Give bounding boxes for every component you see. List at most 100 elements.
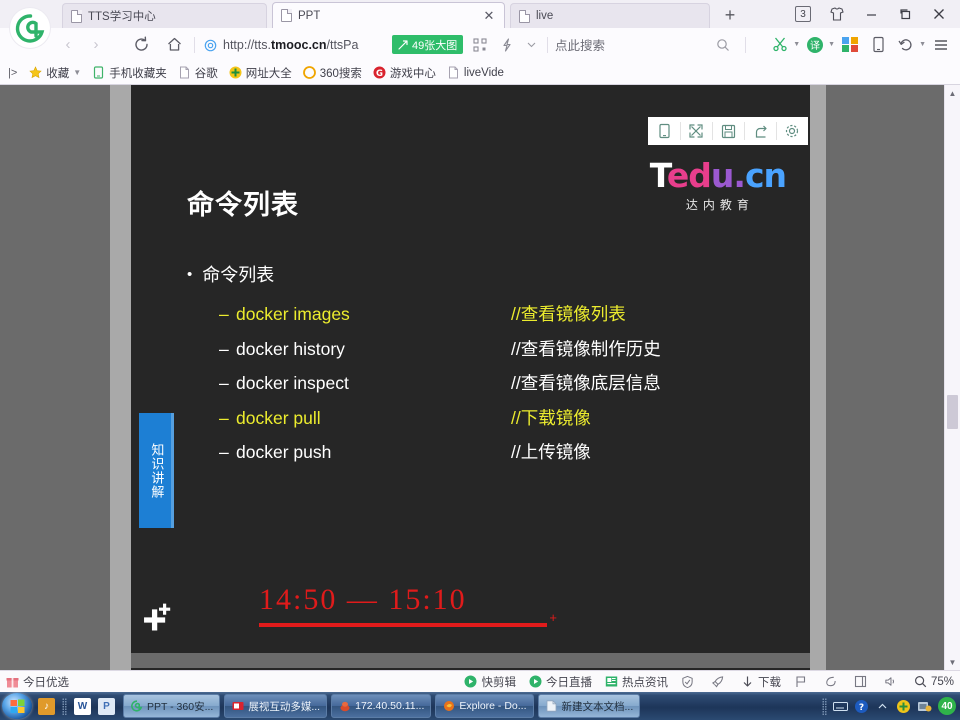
tab-count-button[interactable]: 3	[786, 0, 820, 28]
browser-logo-icon	[10, 8, 50, 48]
taskbar-label: 展视互动多媒...	[248, 700, 321, 713]
back-button[interactable]: ‹	[58, 34, 78, 55]
taskbar-grip[interactable]	[62, 697, 67, 715]
rocket-icon	[711, 675, 724, 688]
bookmark-livevideo[interactable]: liveVide	[447, 66, 504, 79]
help-icon[interactable]: ?	[854, 699, 869, 714]
screenshot-scissors-icon[interactable]	[767, 33, 793, 56]
scroll-up-icon[interactable]: ▲	[945, 85, 960, 101]
translate-icon[interactable]: 译	[802, 33, 828, 56]
forward-button[interactable]: ›	[86, 34, 106, 55]
command-text: docker images	[236, 304, 350, 324]
share-icon[interactable]	[744, 117, 776, 145]
reload-icon[interactable]	[131, 34, 151, 55]
tab-tts-learning-center[interactable]: TTS学习中心	[62, 3, 267, 28]
page-icon	[178, 66, 191, 79]
mobile-preview-icon[interactable]	[865, 33, 891, 56]
command-text: docker push	[236, 442, 332, 462]
keyboard-icon[interactable]	[833, 699, 848, 714]
new-tab-button[interactable]: +	[718, 4, 742, 26]
chevron-down-icon[interactable]	[522, 34, 540, 55]
network-icon[interactable]	[917, 699, 932, 714]
dash-marker: –	[219, 373, 229, 393]
vertical-scrollbar[interactable]: ▲ ▼	[944, 85, 960, 670]
menu-icon[interactable]	[928, 33, 954, 56]
close-button[interactable]	[922, 0, 956, 28]
status-rocket[interactable]	[711, 675, 728, 688]
scrollbar-thumb[interactable]	[947, 395, 958, 429]
url-display[interactable]: http://tts.tmooc.cn/ttsPa	[204, 34, 358, 56]
show-desktop-icon[interactable]	[822, 697, 827, 715]
svg-text:G: G	[376, 69, 383, 79]
flag-icon	[794, 675, 807, 688]
fullscreen-icon[interactable]	[680, 117, 712, 145]
tab-ppt[interactable]: PPT ✕	[272, 2, 505, 28]
status-hot-news[interactable]: 热点资讯	[605, 674, 668, 690]
svg-text:?: ?	[859, 703, 864, 713]
status-quick-edit[interactable]: 快剪辑	[464, 674, 516, 690]
divider	[194, 37, 195, 53]
expand-icon	[398, 39, 408, 50]
lightning-icon[interactable]	[498, 34, 516, 55]
maximize-button[interactable]	[888, 0, 922, 28]
expand-tray-icon[interactable]	[875, 699, 890, 714]
tab-live[interactable]: live	[510, 3, 710, 28]
status-tools: 快剪辑 今日直播 热点资讯 下载 75%	[464, 674, 954, 690]
bookmarks-overflow-icon[interactable]: |>	[8, 67, 17, 79]
status-download[interactable]: 下载	[741, 674, 781, 690]
status-window[interactable]	[854, 675, 871, 688]
taskbar-item[interactable]: 172.40.50.11...	[331, 694, 432, 718]
tray-badge[interactable]: 40	[938, 697, 956, 715]
big-image-badge[interactable]: 49张大图	[392, 35, 464, 54]
ppt-slide[interactable]: Tedu.cn 达内教育 命令列表 • 命令列表 – docker images…	[131, 143, 810, 653]
word-icon[interactable]: W	[74, 697, 91, 715]
taskbar-item[interactable]: 新建文本文档...	[537, 694, 641, 718]
undo-icon[interactable]	[893, 33, 919, 56]
home-icon[interactable]	[164, 34, 184, 55]
status-label: 下载	[757, 676, 781, 689]
bookmark-phone-favorites[interactable]: 手机收藏夹	[92, 65, 167, 81]
bookmark-360-search[interactable]: 360搜索	[302, 65, 362, 81]
powerpoint-icon[interactable]: P	[98, 697, 115, 715]
taskbar-item[interactable]: 展视互动多媒...	[224, 694, 328, 718]
close-icon[interactable]: ✕	[482, 9, 496, 23]
chevron-down-icon[interactable]: ▼	[73, 68, 81, 77]
status-live-today[interactable]: 今日直播	[529, 674, 592, 690]
apps-grid-icon[interactable]	[837, 33, 863, 56]
status-today-picks[interactable]: 今日优选	[6, 674, 69, 690]
bookmark-favorites[interactable]: 收藏 ▼	[29, 65, 81, 81]
status-shield[interactable]	[681, 675, 698, 688]
skin-icon[interactable]	[820, 0, 854, 28]
page-icon	[281, 9, 292, 22]
security-icon[interactable]	[896, 699, 911, 714]
settings-gear-icon[interactable]	[776, 117, 808, 145]
status-sound[interactable]	[884, 675, 901, 688]
chevron-down-icon[interactable]: ▼	[793, 41, 800, 48]
status-flag[interactable]	[794, 675, 811, 688]
bookmark-game-center[interactable]: G 游戏中心	[373, 65, 436, 81]
page-viewport[interactable]: Tedu.cn 达内教育 命令列表 • 命令列表 – docker images…	[0, 85, 960, 670]
mobile-view-icon[interactable]	[648, 117, 680, 145]
chevron-down-icon[interactable]: ▼	[919, 41, 926, 48]
save-icon[interactable]	[712, 117, 744, 145]
taskbar-item[interactable]: Explore - Do...	[435, 694, 534, 718]
slide-title: 命令列表	[187, 190, 299, 220]
svg-text:译: 译	[810, 40, 820, 52]
status-cloud[interactable]	[824, 675, 841, 688]
dash-marker: –	[219, 407, 229, 428]
qr-code-icon[interactable]	[470, 34, 490, 55]
minimize-button[interactable]	[854, 0, 888, 28]
bookmark-google[interactable]: 谷歌	[178, 65, 218, 81]
command-note: //查看镜像列表	[511, 304, 626, 324]
taskbar-item[interactable]: PPT - 360安...	[123, 694, 221, 718]
video-icon	[231, 700, 244, 713]
search-input[interactable]: 点此搜索	[555, 34, 735, 55]
bookmark-hao123[interactable]: 网址大全	[229, 65, 292, 81]
chevron-down-icon[interactable]: ▼	[828, 41, 835, 48]
search-icon[interactable]	[713, 34, 733, 55]
start-button[interactable]	[2, 693, 32, 719]
status-zoom[interactable]: 75%	[914, 675, 954, 688]
tedu-logo: Tedu.cn 达内教育	[650, 159, 787, 213]
scroll-down-icon[interactable]: ▼	[945, 654, 960, 670]
media-icon[interactable]: ♪	[38, 697, 55, 715]
